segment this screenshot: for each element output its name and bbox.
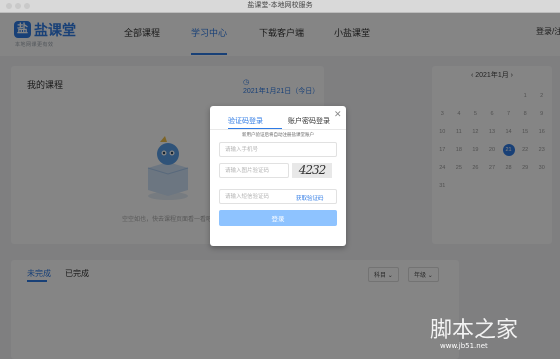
phone-input[interactable]: [219, 142, 337, 157]
tab-sms-login[interactable]: 验证码登录: [228, 116, 263, 126]
captcha-input[interactable]: [219, 163, 289, 178]
minimize-window-button[interactable]: [15, 3, 21, 9]
close-icon[interactable]: ✕: [334, 109, 342, 120]
login-modal: ✕ 验证码登录 账户密码登录 新用户验证后将自动注册盐课堂账户 4232 获取验…: [210, 106, 346, 246]
register-hint: 新用户验证后将自动注册盐课堂账户: [242, 132, 314, 137]
tab-password-login[interactable]: 账户密码登录: [288, 116, 330, 126]
watermark-text: 脚本之家: [430, 318, 519, 343]
window-titlebar: 盐课堂-本地网校服务: [0, 0, 560, 13]
close-window-button[interactable]: [6, 3, 12, 9]
window-title: 盐课堂-本地网校服务: [247, 2, 313, 9]
captcha-image[interactable]: 4232: [292, 163, 332, 178]
zoom-window-button[interactable]: [24, 3, 30, 9]
modal-tab-divider: [210, 129, 346, 130]
modal-tab-indicator: [228, 128, 282, 129]
login-button[interactable]: 登录: [219, 210, 337, 226]
watermark-url: www.jb51.net: [440, 342, 488, 350]
get-sms-code-link[interactable]: 获取验证码: [296, 194, 324, 202]
